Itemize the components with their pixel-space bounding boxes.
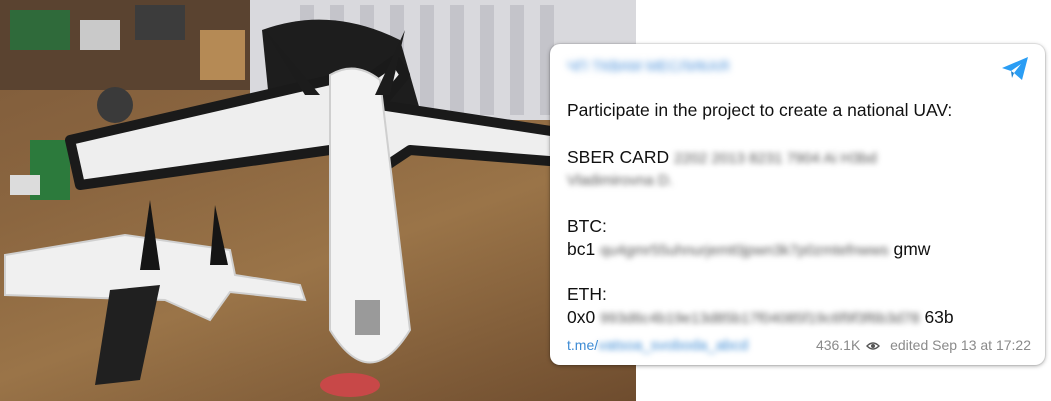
sber-card-line: SBER CARD 2202 2013 8231 7904 Ai H3bd bbox=[567, 147, 877, 168]
eth-address: 0x0 993d6c4b19e13d85b17f04085f19c6f9f3f6… bbox=[567, 307, 954, 328]
link-prefix[interactable]: t.me/ bbox=[567, 337, 598, 353]
views-count: 436.1K bbox=[815, 337, 861, 353]
sber-card-owner-hidden: Vladimirovna D. bbox=[567, 172, 673, 189]
btc-suffix: gmw bbox=[893, 239, 931, 259]
sber-card-number-hidden: 2202 2013 8231 7904 Ai H3bd bbox=[673, 150, 877, 167]
eth-suffix: 63b bbox=[924, 307, 954, 327]
channel-link[interactable]: t.me/vatsoa_svoboda_abcd bbox=[567, 337, 748, 354]
sber-card-label: SBER CARD bbox=[567, 147, 670, 167]
channel-name[interactable]: ЧП ТКВАМ МЕСЛИКАЯ bbox=[567, 58, 729, 75]
eth-prefix: 0x0 bbox=[567, 307, 596, 327]
telegram-plane-icon[interactable] bbox=[1001, 56, 1029, 82]
btc-address: bc1 qu4gmr55uhnurjemt0jpwn3k7p0zmtefnwws… bbox=[567, 239, 930, 260]
uav-photo bbox=[0, 0, 636, 401]
btc-address-hidden: qu4gmr55uhnurjemt0jpwn3k7p0zmtefnwws bbox=[600, 242, 889, 259]
post-meta: 436.1K edited Sep 13 at 17:22 bbox=[816, 337, 1031, 353]
eth-label: ETH: bbox=[567, 284, 607, 304]
btc-label: BTC: bbox=[567, 216, 607, 236]
edited-timestamp: edited Sep 13 at 17:22 bbox=[890, 337, 1031, 353]
link-hidden[interactable]: vatsoa_svoboda_abcd bbox=[598, 337, 748, 354]
post-intro-text: Participate in the project to create a n… bbox=[567, 100, 953, 120]
eth-address-hidden: 993d6c4b19e13d85b17f04085f19c6f9f3f6b3d7… bbox=[600, 310, 920, 327]
eye-icon bbox=[866, 342, 881, 350]
telegram-post-card: ЧП ТКВАМ МЕСЛИКАЯ Participate in the pro… bbox=[550, 44, 1045, 365]
btc-prefix: bc1 bbox=[567, 239, 596, 259]
uav-photo-illustration bbox=[0, 0, 636, 397]
